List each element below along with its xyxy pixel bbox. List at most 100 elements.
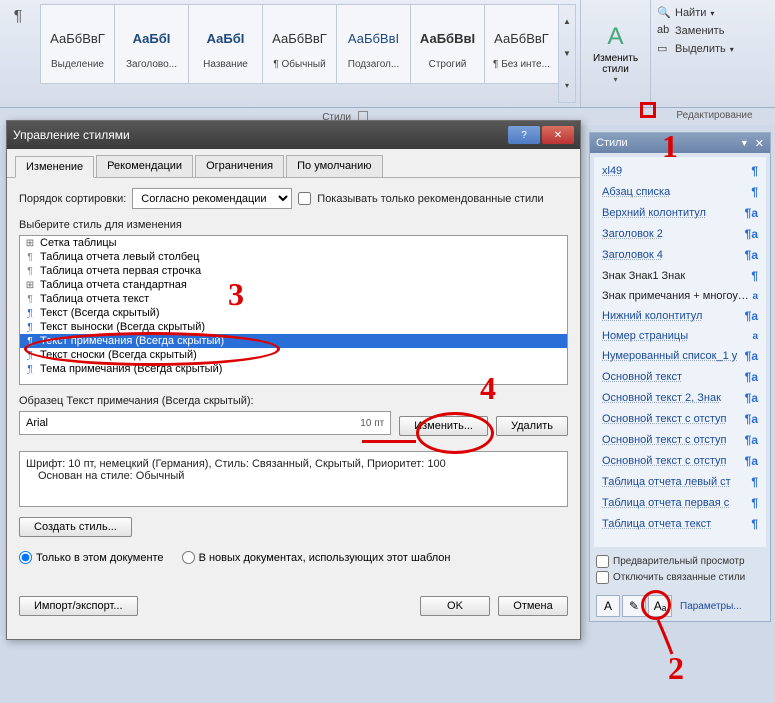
show-recommended-label: Показывать только рекомендованные стили — [317, 193, 543, 205]
table-icon: ⊞ — [24, 280, 36, 291]
style-preview: АаБбВвГ — [272, 19, 327, 59]
gallery-up-icon[interactable]: ▲ — [559, 5, 575, 37]
style-type-icon: ¶ — [751, 517, 758, 531]
new-style-button[interactable]: A — [596, 595, 620, 617]
list-item[interactable]: ¶Тема примечания (Всегда скрытый) — [20, 362, 567, 376]
style-label: Название — [203, 59, 248, 70]
styles-pane-item[interactable]: Верхний колонтитул¶a — [596, 203, 764, 224]
style-item[interactable]: АаБбВвГ ¶ Без инте... — [484, 4, 559, 84]
styles-pane-item-label: Заголовок 4 — [602, 249, 745, 261]
style-item[interactable]: АаБбВвГ Выделение — [40, 4, 115, 84]
list-item[interactable]: ¶Текст (Всегда скрытый) — [20, 306, 567, 320]
radio-new-docs-input[interactable] — [182, 551, 195, 564]
radio-new-docs[interactable]: В новых документах, использующих этот ша… — [182, 551, 451, 564]
styles-pane-item[interactable]: Знак примечания + многоуровневый, Слева:… — [596, 287, 764, 306]
chevron-down-icon: ▾ — [613, 75, 617, 84]
styles-pane-item[interactable]: Таблица отчета левый ст¶ — [596, 472, 764, 493]
manage-styles-button[interactable]: Aₐ — [648, 595, 672, 617]
styles-pane-item[interactable]: Нижний колонтитул¶a — [596, 306, 764, 327]
ok-button[interactable]: OK — [420, 596, 490, 616]
list-item[interactable]: ⊞Сетка таблицы — [20, 236, 567, 250]
list-item-label: Таблица отчета стандартная — [40, 279, 187, 291]
gallery-more-icon[interactable]: ▾ — [559, 70, 575, 102]
styles-pane-item-label: Основной текст с отступ — [602, 434, 745, 446]
styles-pane-item[interactable]: Основной текст¶a — [596, 367, 764, 388]
styles-pane-item[interactable]: Заголовок 2¶a — [596, 224, 764, 245]
paragraph-icon: ¶ — [24, 294, 36, 305]
find-button[interactable]: 🔍 Найти ▾ — [657, 6, 745, 20]
styles-pane-item[interactable]: Нумерованный список_1 у¶a — [596, 346, 764, 367]
style-type-icon: ¶a — [745, 391, 758, 405]
paragraph-icon: ¶ — [24, 350, 36, 361]
styles-pane-item[interactable]: Знак Знак1 Знак¶ — [596, 266, 764, 287]
styles-pane-item-label: Таблица отчета левый ст — [602, 476, 751, 488]
radio-this-doc-input[interactable] — [19, 551, 32, 564]
list-item[interactable]: ¶Текст выноски (Всегда скрытый) — [20, 320, 567, 334]
chevron-down-icon[interactable]: ▼ — [740, 138, 749, 148]
close-icon[interactable]: ✕ — [755, 137, 764, 150]
style-item[interactable]: АаБбВвГ ¶ Обычный — [262, 4, 337, 84]
sample-font: Arial — [26, 417, 48, 429]
find-label: Найти — [675, 7, 706, 19]
styles-pane-item[interactable]: Основной текст с отступ¶a — [596, 430, 764, 451]
list-item[interactable]: ¶Таблица отчета левый столбец — [20, 250, 567, 264]
style-preview: АаБбВвI — [420, 19, 475, 59]
sort-label: Порядок сортировки: — [19, 193, 126, 205]
gallery-down-icon[interactable]: ▼ — [559, 37, 575, 69]
chevron-down-icon: ▾ — [710, 9, 714, 18]
delete-button[interactable]: Удалить — [496, 416, 568, 436]
change-styles-button[interactable]: A Изменить стили ▾ — [581, 0, 651, 107]
binoculars-icon: 🔍 — [657, 6, 671, 20]
styles-pane-item[interactable]: Номер страницыa — [596, 327, 764, 346]
style-item[interactable]: АаБбІ Название — [188, 4, 263, 84]
style-type-icon: ¶a — [745, 206, 758, 220]
style-item[interactable]: АаБбВвІ Подзагол... — [336, 4, 411, 84]
cursor-icon: ▭ — [657, 42, 671, 56]
style-preview: АаБбІ — [207, 19, 245, 59]
list-item[interactable]: ¶Текст примечания (Всегда скрытый) — [20, 334, 567, 348]
styles-pane-item[interactable]: Основной текст с отступ¶a — [596, 451, 764, 472]
list-item-label: Сетка таблицы — [40, 237, 117, 249]
list-item[interactable]: ¶Текст сноски (Всегда скрытый) — [20, 348, 567, 362]
style-label: ¶ Без инте... — [493, 59, 550, 70]
tab-recommend[interactable]: Рекомендации — [96, 155, 193, 177]
styles-pane-item[interactable]: Таблица отчета текст¶ — [596, 514, 764, 535]
styles-pane-item[interactable]: Основной текст с отступ¶a — [596, 409, 764, 430]
styles-pane-list[interactable]: xl49¶Абзац списка¶Верхний колонтитул¶aЗа… — [594, 157, 766, 547]
styles-pane-item[interactable]: Таблица отчета первая с¶ — [596, 493, 764, 514]
disable-linked-checkbox[interactable]: Отключить связанные стили — [596, 571, 764, 584]
styles-pane-item[interactable]: Основной текст 2, Знак¶a — [596, 388, 764, 409]
list-item[interactable]: ⊞ Таблица отчета стандартная — [20, 278, 567, 292]
tab-default[interactable]: По умолчанию — [286, 155, 382, 177]
style-item[interactable]: АаБбІ Заголово... — [114, 4, 189, 84]
show-recommended-checkbox[interactable] — [298, 192, 311, 205]
styles-pane-item[interactable]: Абзац списка¶ — [596, 182, 764, 203]
list-item[interactable]: ¶Таблица отчета текст — [20, 292, 567, 306]
style-type-icon: ¶a — [745, 454, 758, 468]
styles-pane-item-label: Нумерованный список_1 у — [602, 350, 745, 362]
tab-edit[interactable]: Изменение — [15, 156, 94, 178]
tab-restrict[interactable]: Ограничения — [195, 155, 284, 177]
replace-button[interactable]: ab Заменить — [657, 24, 745, 38]
create-style-button[interactable]: Создать стиль... — [19, 517, 132, 537]
style-inspector-button[interactable]: ✎ — [622, 595, 646, 617]
preview-checkbox[interactable]: Предварительный просмотр — [596, 555, 764, 568]
style-listbox[interactable]: ⊞Сетка таблицы¶Таблица отчета левый стол… — [19, 235, 568, 385]
sort-select[interactable]: Согласно рекомендации — [132, 188, 292, 209]
styles-pane-item[interactable]: xl49¶ — [596, 161, 764, 182]
cancel-button[interactable]: Отмена — [498, 596, 568, 616]
styles-pane-header[interactable]: Стили ▼ ✕ — [590, 133, 770, 153]
close-button[interactable]: ✕ — [542, 126, 574, 144]
styles-pane-item[interactable]: Заголовок 4¶a — [596, 245, 764, 266]
modify-button[interactable]: Изменить... — [399, 416, 488, 436]
choose-style-label: Выберите стиль для изменения — [19, 219, 568, 231]
help-button[interactable]: ? — [508, 126, 540, 144]
radio-this-doc[interactable]: Только в этом документе — [19, 551, 164, 564]
pilcrow-icon[interactable]: ¶ — [14, 8, 23, 26]
dialog-titlebar[interactable]: Управление стилями ? ✕ — [7, 121, 580, 149]
list-item[interactable]: ¶Таблица отчета первая строчка — [20, 264, 567, 278]
import-export-button[interactable]: Импорт/экспорт... — [19, 596, 138, 616]
options-link[interactable]: Параметры... — [680, 601, 742, 612]
select-button[interactable]: ▭ Выделить ▾ — [657, 42, 745, 56]
style-item[interactable]: АаБбВвI Строгий — [410, 4, 485, 84]
